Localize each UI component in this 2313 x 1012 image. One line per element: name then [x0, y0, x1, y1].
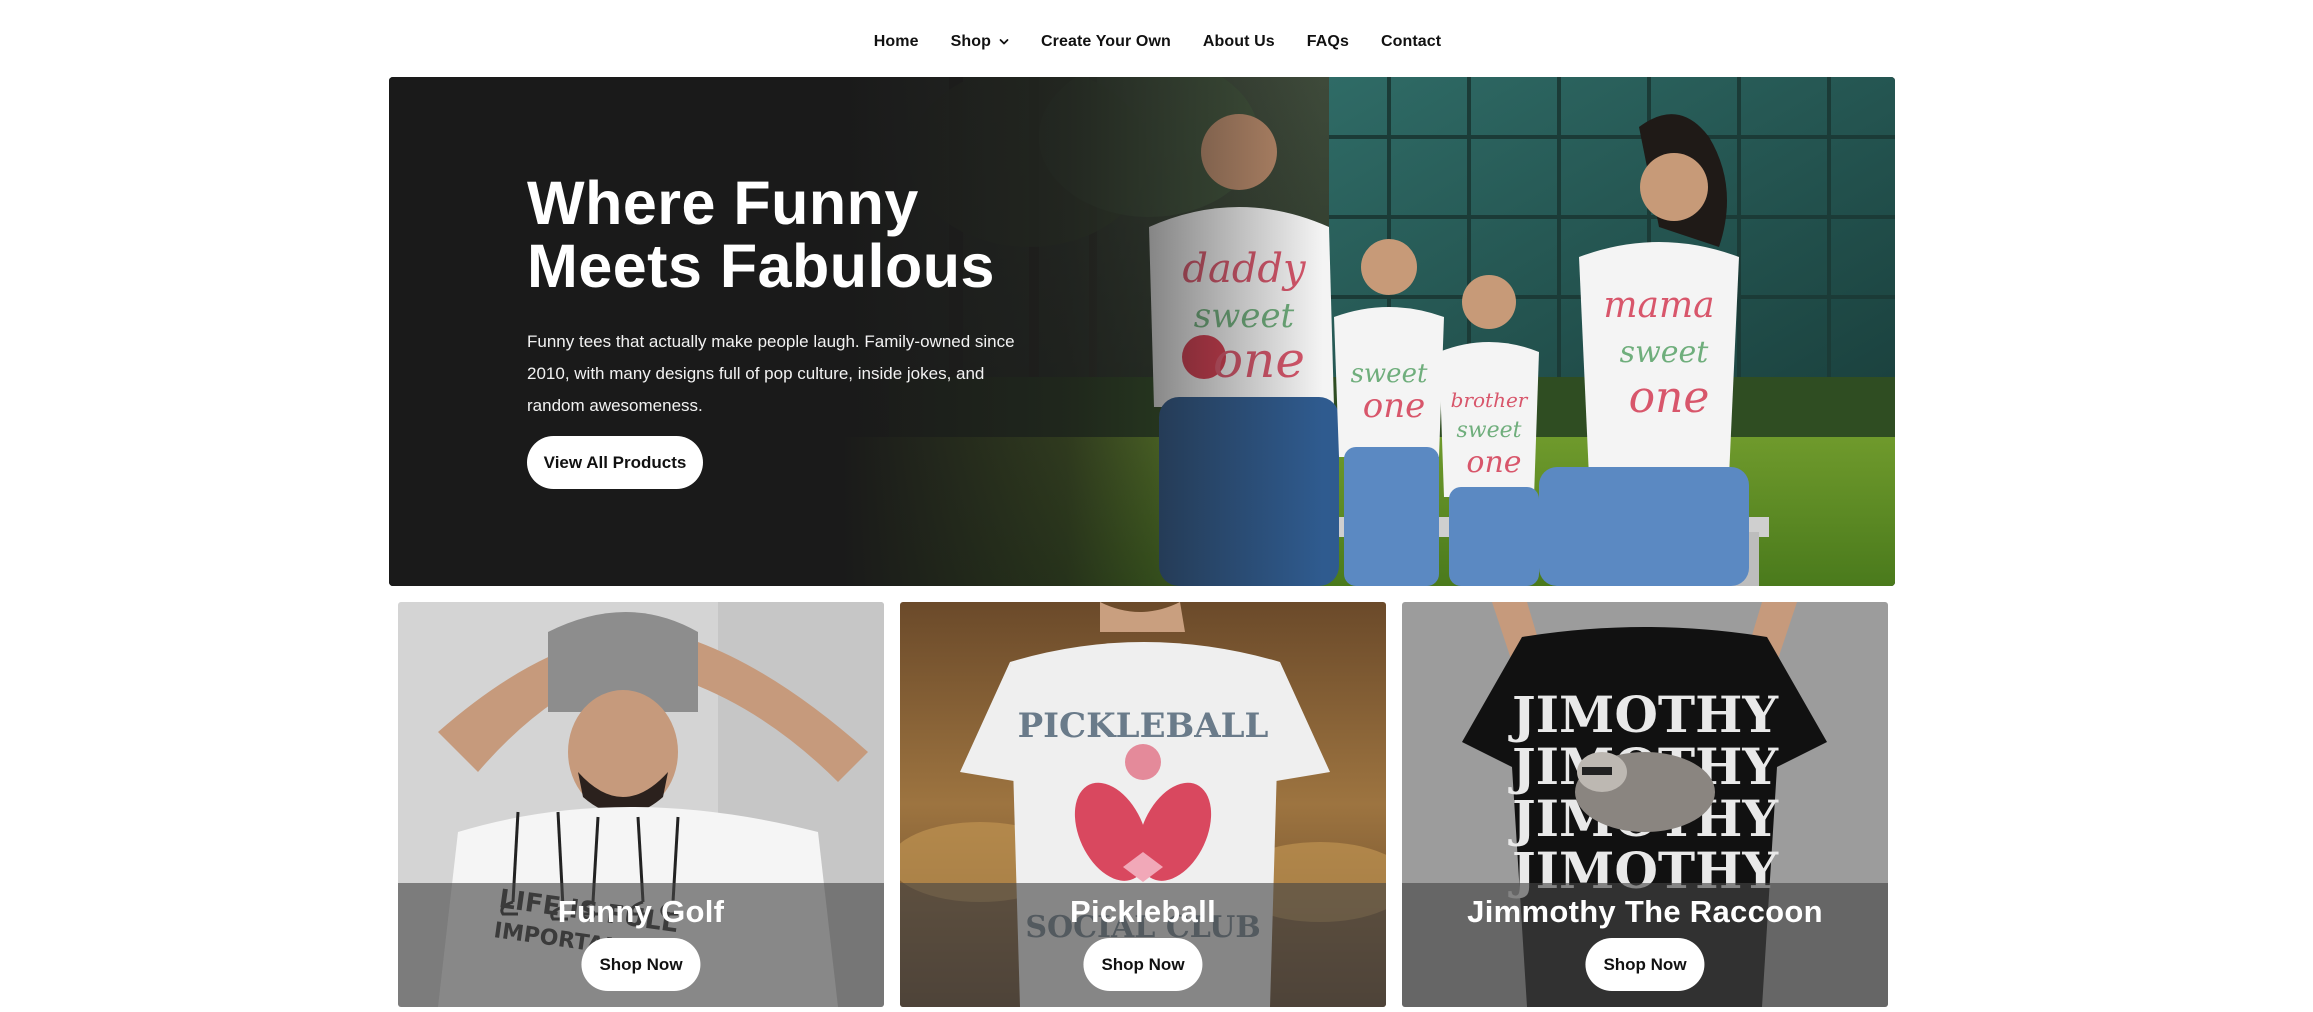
- nav-menu: Home Shop Create Your Own About Us FAQs …: [858, 33, 1457, 51]
- nav-item-about-us[interactable]: About Us: [1203, 33, 1275, 51]
- nav-item-faqs[interactable]: FAQs: [1307, 33, 1349, 51]
- shop-now-button[interactable]: Shop Now: [1585, 938, 1705, 991]
- main-navigation: Home Shop Create Your Own About Us FAQs …: [0, 0, 2313, 76]
- svg-text:PICKLEBALL: PICKLEBALL: [1018, 706, 1269, 746]
- nav-item-create-your-own[interactable]: Create Your Own: [1041, 33, 1171, 51]
- shop-now-button[interactable]: Shop Now: [581, 938, 701, 991]
- nav-item-label: Shop: [950, 33, 992, 50]
- hero-banner: daddy sweet one sweet one brother sweet …: [389, 77, 1895, 586]
- category-card-jimmothy-the-raccoon[interactable]: JIMOTHY JIMOTHY JIMOTHY JIMOTHY Jimmothy…: [1402, 602, 1888, 1007]
- nav-item-home[interactable]: Home: [874, 33, 919, 51]
- hero-description: Funny tees that actually make people lau…: [527, 332, 1015, 415]
- category-card-pickleball[interactable]: PICKLEBALL SOCIAL CLUB Pickleball Shop N…: [900, 602, 1386, 1007]
- nav-item-label: FAQs: [1306, 33, 1349, 50]
- chevron-down-icon: [999, 39, 1009, 45]
- category-title: Jimmothy The Raccoon: [1467, 894, 1823, 929]
- shop-now-button[interactable]: Shop Now: [1083, 938, 1203, 991]
- category-title: Pickleball: [1069, 894, 1217, 929]
- hero-title: Where Funny Meets Fabulous: [527, 169, 995, 300]
- hero-text-block: Where Funny Meets Fabulous Funny tees th…: [527, 172, 1047, 422]
- view-all-products-button[interactable]: View All Products: [527, 436, 703, 489]
- nav-item-shop[interactable]: Shop: [951, 33, 1009, 51]
- nav-item-contact[interactable]: Contact: [1381, 33, 1441, 51]
- nav-item-label: Home: [873, 33, 919, 50]
- nav-item-label: Create Your Own: [1041, 33, 1171, 50]
- nav-item-label: About Us: [1202, 33, 1275, 50]
- nav-item-label: Contact: [1380, 33, 1442, 50]
- category-card-funny-golf[interactable]: LIFE IS FULL IMPORTANT Funny Golf Shop N…: [398, 602, 884, 1007]
- svg-text:JIMOTHY: JIMOTHY: [1508, 685, 1779, 744]
- category-title: Funny Golf: [557, 894, 725, 929]
